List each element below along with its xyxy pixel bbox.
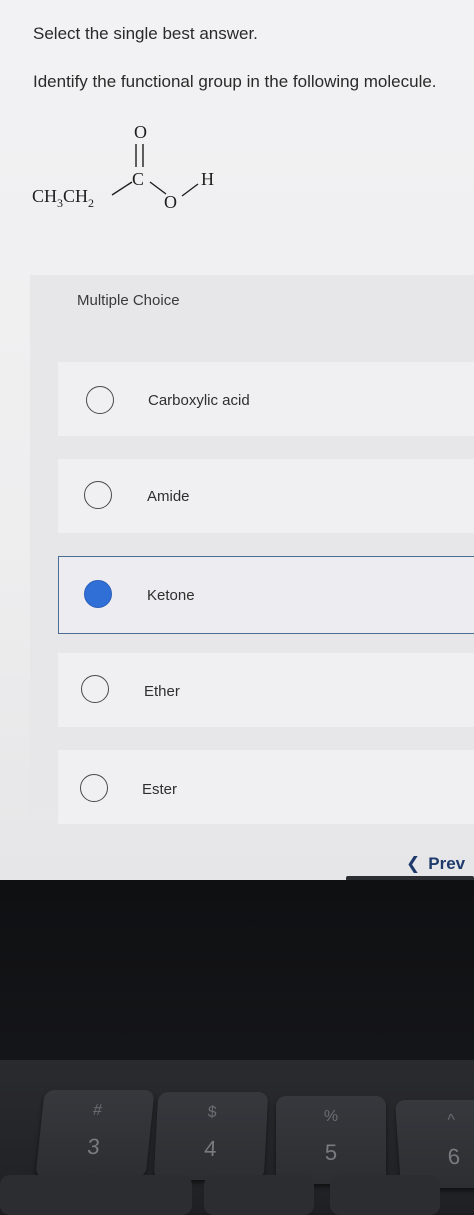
option-label: Carboxylic acid (148, 392, 250, 409)
oxygen-top-label: O (134, 122, 147, 142)
key-number: 5 (324, 1140, 338, 1165)
oxygen-label: O (164, 192, 177, 212)
option-ketone[interactable]: Ketone (58, 556, 474, 634)
option-label: Ether (144, 683, 180, 700)
instruction-text: Select the single best answer. (33, 24, 258, 43)
multiple-choice-label: Multiple Choice (77, 292, 180, 309)
key-3[interactable]: # 3 (35, 1090, 155, 1178)
key-symbol: % (323, 1108, 339, 1125)
key-number: 4 (203, 1136, 218, 1161)
radio-button[interactable] (86, 386, 114, 414)
key-number: 3 (86, 1134, 102, 1159)
prev-button[interactable]: ❮ Prev (406, 854, 465, 874)
bond-oxygen-hydrogen (181, 183, 199, 197)
option-ester[interactable]: Ester (58, 750, 474, 824)
key-4[interactable]: $ 4 (153, 1092, 269, 1180)
option-label: Ketone (147, 587, 195, 604)
key-lower-row (82, 1175, 192, 1215)
key-symbol: ^ (446, 1112, 456, 1129)
question-text: Identify the functional group in the fol… (33, 72, 437, 91)
multiple-choice-panel (30, 275, 474, 815)
radio-button[interactable] (81, 675, 109, 703)
laptop-bezel (0, 880, 474, 1080)
ethyl-group-label: CH3CH2 (32, 186, 94, 210)
key-symbol: $ (207, 1104, 218, 1121)
key-lower-row (330, 1175, 440, 1215)
key-symbol: # (92, 1102, 103, 1119)
molecule-structure: O C O H CH3CH2 (32, 122, 214, 212)
hydrogen-label: H (201, 169, 214, 189)
quiz-screen: Select the single best answer. Identify … (0, 0, 474, 880)
option-label: Amide (147, 488, 190, 505)
option-amide[interactable]: Amide (58, 459, 474, 533)
option-ether[interactable]: Ether (58, 653, 474, 727)
chevron-left-icon: ❮ (406, 854, 421, 873)
radio-button-selected[interactable] (84, 580, 112, 608)
radio-button[interactable] (80, 774, 108, 802)
option-carboxylic-acid[interactable]: Carboxylic acid (58, 362, 474, 436)
key-lower-row (204, 1175, 314, 1215)
prev-label: Prev (428, 854, 466, 873)
carbon-label: C (132, 169, 144, 189)
key-5[interactable]: % 5 (276, 1096, 386, 1184)
bond-ethyl-carbon (111, 181, 133, 196)
radio-button[interactable] (84, 481, 112, 509)
option-label: Ester (142, 781, 178, 798)
key-number: 6 (446, 1144, 461, 1169)
